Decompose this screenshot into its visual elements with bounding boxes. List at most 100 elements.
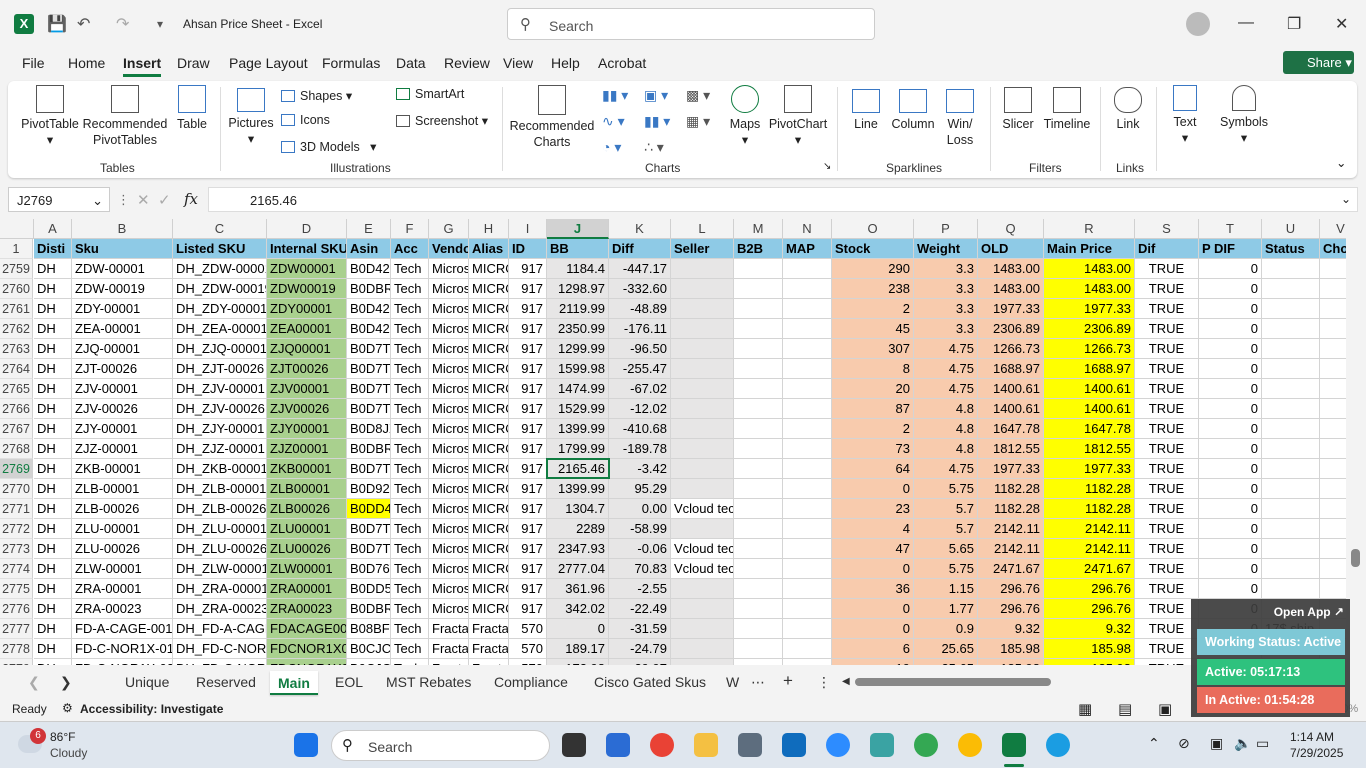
column-header-i[interactable]: I [509, 219, 547, 239]
table-cell[interactable]: 917 [509, 279, 547, 299]
table-cell[interactable]: Tech [391, 399, 429, 419]
table-cell[interactable]: Micros [429, 579, 469, 599]
pictures-button[interactable]: Pictures ▾ [228, 88, 274, 147]
slicer-button[interactable]: Slicer [998, 87, 1038, 132]
table-cell[interactable]: ZLB-00001 [72, 479, 173, 499]
table-cell[interactable] [783, 359, 832, 379]
table-cell[interactable]: Micros [429, 319, 469, 339]
table-cell[interactable] [671, 399, 734, 419]
table-cell[interactable]: -332.60 [609, 279, 671, 299]
row-header[interactable]: 2777 [0, 619, 33, 639]
row-header[interactable]: 2765 [0, 379, 33, 399]
table-cell[interactable]: 0 [1199, 359, 1262, 379]
table-cell[interactable]: 70.83 [609, 559, 671, 579]
taskbar-search[interactable]: ⚲ Search [331, 730, 550, 761]
table-cell[interactable]: Micros [429, 599, 469, 619]
header-cell[interactable]: Internal SKU [267, 239, 347, 259]
table-cell[interactable] [1262, 379, 1320, 399]
timeline-button[interactable]: Timeline [1040, 87, 1094, 132]
table-cell[interactable] [1262, 399, 1320, 419]
table-cell[interactable]: 1182.28 [978, 479, 1044, 499]
table-cell[interactable]: 1304.7 [547, 499, 609, 519]
table-cell[interactable] [1320, 459, 1346, 479]
table-cell[interactable]: DH [34, 299, 72, 319]
table-cell[interactable]: 1483.00 [978, 259, 1044, 279]
header-cell[interactable]: Alias [469, 239, 509, 259]
row-header[interactable]: 2760 [0, 279, 33, 299]
hierarchy-chart-icon[interactable]: ▣ ▾ [644, 87, 668, 104]
table-cell[interactable]: 1182.28 [978, 499, 1044, 519]
table-cell[interactable]: Micros [429, 339, 469, 359]
table-cell[interactable]: 0 [1199, 579, 1262, 599]
table-cell[interactable] [1320, 579, 1346, 599]
zoom-app-icon[interactable] [826, 733, 850, 757]
table-cell[interactable]: 0 [832, 599, 914, 619]
table-cell[interactable]: 917 [509, 419, 547, 439]
table-cell[interactable]: ZRA-00023 [72, 599, 173, 619]
table-cell[interactable]: 3.3 [914, 259, 978, 279]
table-cell[interactable]: MICRO [469, 339, 509, 359]
table-cell[interactable]: 185.98 [1044, 639, 1135, 659]
table-cell[interactable] [734, 479, 783, 499]
table-cell[interactable] [783, 259, 832, 279]
table-cell[interactable]: B08BF4 [347, 619, 391, 639]
table-cell[interactable]: DH_ZLU-00001 [173, 519, 267, 539]
table-cell[interactable] [1262, 559, 1320, 579]
table-cell[interactable]: 1400.61 [1044, 399, 1135, 419]
table-cell[interactable]: 361.96 [547, 579, 609, 599]
table-cell[interactable] [1320, 539, 1346, 559]
network-off-icon[interactable]: ⊘ [1178, 735, 1190, 752]
table-cell[interactable]: 917 [509, 559, 547, 579]
table-cell[interactable]: Tech [391, 339, 429, 359]
table-cell[interactable]: 2142.11 [978, 539, 1044, 559]
table-cell[interactable]: DH_ZRA-00023 [173, 599, 267, 619]
table-cell[interactable]: 1182.28 [1044, 499, 1135, 519]
table-cell[interactable]: 0 [1199, 319, 1262, 339]
table-cell[interactable]: 1.15 [914, 579, 978, 599]
table-cell[interactable]: ZRA00023 [267, 599, 347, 619]
table-cell[interactable]: 917 [509, 319, 547, 339]
table-cell[interactable]: DH_ZLU-00026 [173, 539, 267, 559]
table-cell[interactable]: B0DD4 [347, 499, 391, 519]
table-cell[interactable] [783, 459, 832, 479]
table-cell[interactable] [783, 319, 832, 339]
header-cell[interactable]: Disti [34, 239, 72, 259]
table-cell[interactable]: MICRO [469, 279, 509, 299]
table-cell[interactable]: 6 [832, 639, 914, 659]
table-cell[interactable]: Tech [391, 599, 429, 619]
row-header[interactable]: 2769 [0, 459, 33, 479]
vertical-scroll-thumb[interactable] [1351, 549, 1360, 567]
save-icon[interactable]: 💾 [47, 14, 67, 34]
table-cell[interactable]: TRUE [1135, 419, 1199, 439]
table-cell[interactable]: DH [34, 359, 72, 379]
table-cell[interactable]: TRUE [1135, 319, 1199, 339]
table-cell[interactable]: DH_ZRA-00001 [173, 579, 267, 599]
store-icon[interactable] [606, 733, 630, 757]
table-cell[interactable] [734, 639, 783, 659]
page-layout-view-icon[interactable]: ▤ [1118, 700, 1132, 718]
table-cell[interactable]: DH [34, 599, 72, 619]
table-cell[interactable]: ZEA-00001 [72, 319, 173, 339]
table-cell[interactable]: 0 [1199, 519, 1262, 539]
table-cell[interactable]: MICRO [469, 579, 509, 599]
table-cell[interactable] [671, 279, 734, 299]
table-cell[interactable]: 1483.00 [1044, 259, 1135, 279]
table-cell[interactable]: 0 [1199, 339, 1262, 359]
table-cell[interactable]: MICRO [469, 379, 509, 399]
table-cell[interactable]: 0 [1199, 479, 1262, 499]
windows-start-icon[interactable] [294, 733, 318, 757]
sheet-tab-reserved[interactable]: Reserved [196, 674, 256, 690]
table-cell[interactable]: DH [34, 499, 72, 519]
file-explorer-icon[interactable] [694, 733, 718, 757]
table-cell[interactable] [671, 459, 734, 479]
column-header-n[interactable]: N [783, 219, 832, 239]
table-cell[interactable]: 1182.28 [1044, 479, 1135, 499]
table-cell[interactable]: MICRO [469, 559, 509, 579]
row-header[interactable]: 2759 [0, 259, 33, 279]
insert-function-icon[interactable]: fx [184, 190, 198, 208]
table-cell[interactable]: TRUE [1135, 459, 1199, 479]
table-cell[interactable]: Tech [391, 579, 429, 599]
normal-view-icon[interactable]: ▦ [1078, 700, 1092, 718]
table-cell[interactable]: 1399.99 [547, 479, 609, 499]
header-cell[interactable]: Asin [347, 239, 391, 259]
